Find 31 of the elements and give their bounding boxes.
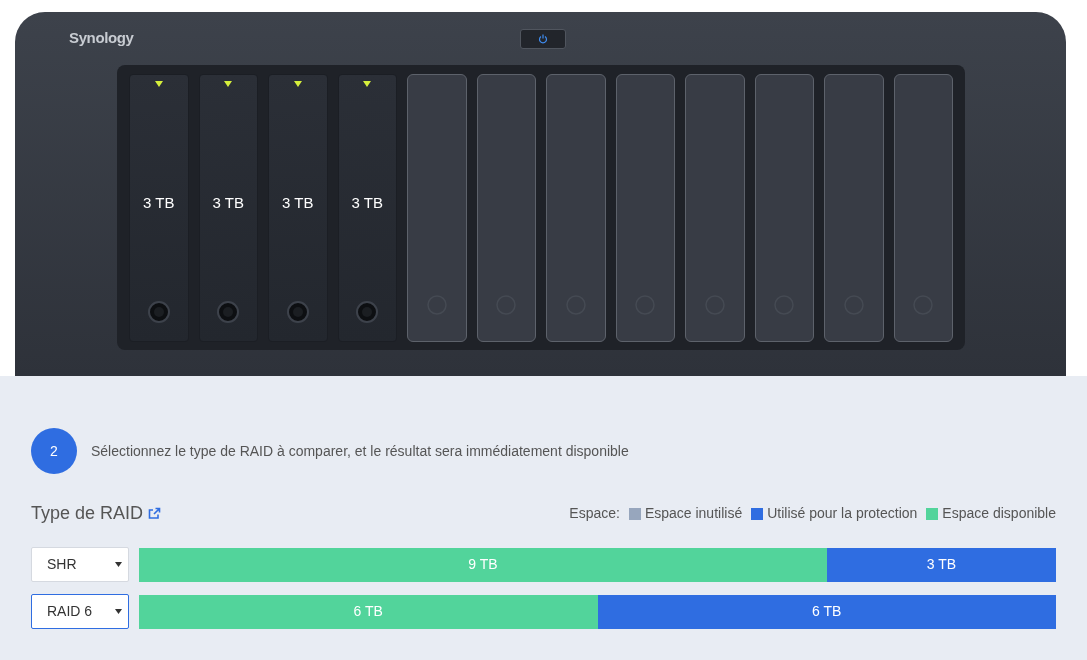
power-button[interactable] bbox=[519, 28, 566, 49]
caret-icon bbox=[115, 562, 122, 567]
raid-type-heading: Type de RAID bbox=[31, 502, 144, 525]
brand-logo: Synology bbox=[69, 28, 134, 49]
capacity-label: 3 TB bbox=[351, 192, 383, 213]
raid-select[interactable]: RAID 6 bbox=[31, 594, 129, 629]
caret-icon bbox=[115, 609, 122, 614]
legend-text: Espace disponible bbox=[942, 504, 1056, 523]
power-icon bbox=[537, 33, 548, 44]
step-instruction: Sélectionnez le type de RAID à comparer, et le résultat sera immédiatement disponible bbox=[91, 441, 629, 461]
led-icon bbox=[224, 80, 233, 87]
bar-segment: 6 TB bbox=[139, 594, 598, 629]
capacity-label: 3 TB bbox=[143, 192, 175, 213]
lock-icon bbox=[147, 300, 170, 323]
raid-select[interactable]: SHR bbox=[31, 547, 129, 582]
bar-segment: 9 TB bbox=[139, 547, 827, 582]
lock-icon bbox=[356, 300, 379, 323]
led-icon bbox=[293, 80, 302, 87]
bar-segment: 3 TB bbox=[826, 547, 1056, 582]
led-icon bbox=[154, 80, 163, 87]
legend-label: Espace: bbox=[569, 504, 620, 523]
led-icon bbox=[363, 80, 372, 87]
bar-segment: 6 TB bbox=[597, 594, 1056, 629]
lock-icon bbox=[217, 300, 240, 323]
external-link-icon[interactable] bbox=[148, 507, 162, 520]
legend-text: Espace inutilisé bbox=[644, 504, 743, 523]
capacity-label: 3 TB bbox=[282, 192, 314, 213]
step-number: 2 bbox=[31, 428, 77, 474]
lock-icon bbox=[286, 300, 309, 323]
legend-text: Utilisé pour la protection bbox=[767, 504, 918, 523]
capacity-label: 3 TB bbox=[212, 192, 244, 213]
